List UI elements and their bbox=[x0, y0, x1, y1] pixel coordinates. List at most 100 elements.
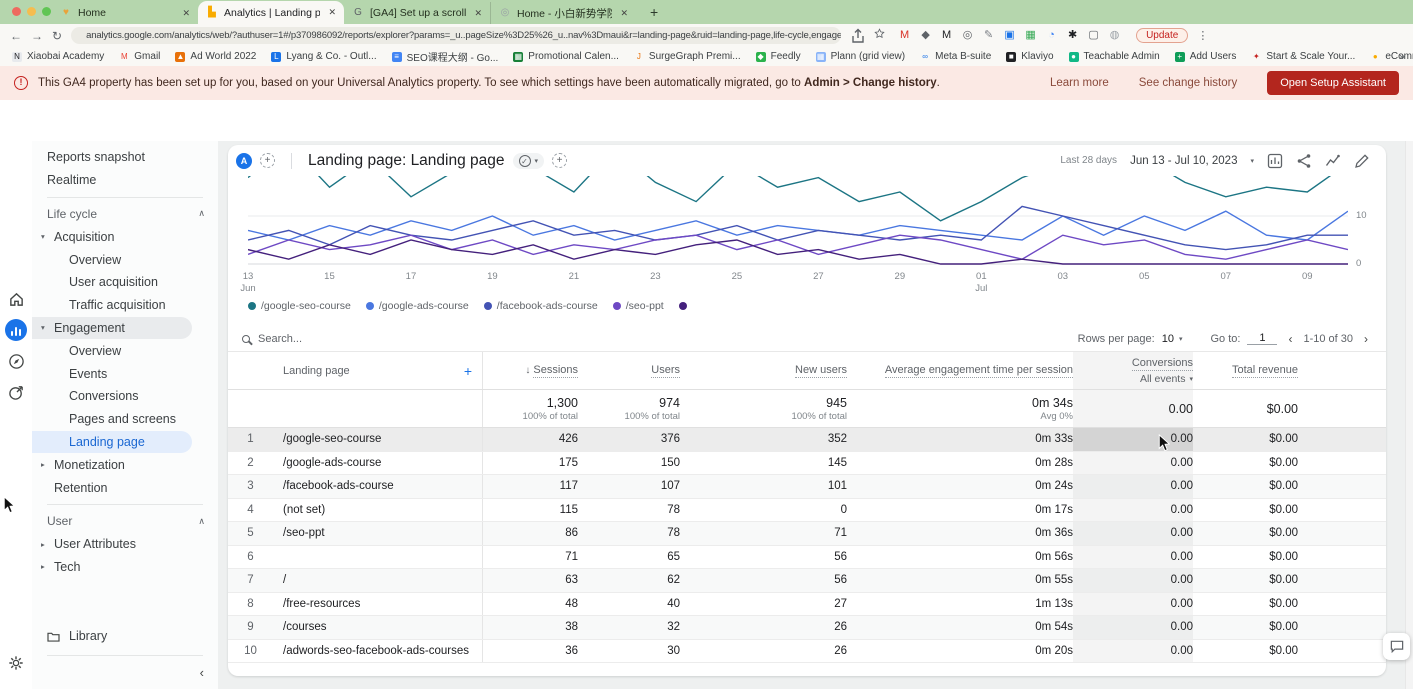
back-button[interactable]: ← bbox=[10, 29, 22, 43]
table-row[interactable]: 9 /courses 38 32 26 0m 54s 0.00 $0.00 bbox=[228, 616, 1386, 640]
collapse-section-icon[interactable]: ∧ bbox=[198, 208, 218, 219]
add-metric-icon[interactable]: + bbox=[552, 153, 567, 168]
table-row[interactable]: 4 (not set) 115 78 0 0m 17s 0.00 $0.00 bbox=[228, 499, 1386, 523]
legend-item[interactable]: /facebook-ads-course bbox=[484, 300, 598, 312]
table-row[interactable]: 6 71 65 56 0m 56s 0.00 $0.00 bbox=[228, 546, 1386, 570]
table-row[interactable]: 2 /google-ads-course 175 150 145 0m 28s … bbox=[228, 452, 1386, 476]
explore-icon[interactable] bbox=[0, 353, 32, 370]
sidebar-item[interactable]: Landing page bbox=[32, 431, 192, 454]
reload-button[interactable]: ↻ bbox=[52, 29, 62, 43]
sidebar-item[interactable]: ▸ Tech bbox=[32, 556, 218, 579]
sidebar-item[interactable]: ▸ User Attributes bbox=[32, 533, 218, 556]
next-page-icon[interactable]: › bbox=[1360, 332, 1372, 346]
bookmark-item[interactable]: ▦ Promotional Calen... bbox=[513, 51, 619, 62]
window-controls[interactable] bbox=[12, 7, 51, 16]
variant-a-badge[interactable]: A bbox=[236, 153, 252, 169]
sidebar-item[interactable]: Realtime bbox=[32, 169, 218, 192]
collapse-section-icon[interactable]: ∧ bbox=[198, 516, 218, 527]
extension-icon[interactable]: ◔ bbox=[1045, 29, 1058, 42]
bookmarks-overflow-icon[interactable]: » bbox=[1399, 51, 1405, 63]
landing-page-column-header[interactable]: Landing page + bbox=[273, 352, 483, 389]
tab-close-icon[interactable]: ✕ bbox=[326, 7, 336, 18]
sidebar-item[interactable]: User acquisition bbox=[32, 271, 218, 294]
sidebar-item[interactable]: Conversions bbox=[32, 385, 218, 408]
legend-item[interactable]: /seo-ppt bbox=[613, 300, 664, 312]
legend-item[interactable] bbox=[679, 302, 692, 310]
tab-close-icon[interactable]: ✕ bbox=[618, 8, 628, 19]
sidebar-item[interactable]: Overview bbox=[32, 248, 218, 271]
table-row[interactable]: 8 /free-resources 48 40 27 1m 13s 0.00 $… bbox=[228, 593, 1386, 617]
dimension-selector[interactable]: ✓ ▾ bbox=[513, 153, 545, 169]
add-column-icon[interactable]: + bbox=[464, 363, 472, 379]
admin-gear-icon[interactable] bbox=[0, 655, 32, 671]
insights-icon[interactable] bbox=[1325, 153, 1341, 169]
add-comparison-icon[interactable]: + bbox=[260, 153, 275, 168]
bookmark-item[interactable]: J SurgeGraph Premi... bbox=[634, 51, 741, 62]
bookmark-item[interactable]: M Gmail bbox=[119, 51, 160, 62]
feedback-chat-button[interactable] bbox=[1383, 633, 1410, 660]
bookmark-item[interactable]: ✦ Start & Scale Your... bbox=[1251, 51, 1355, 62]
expand-caret-icon[interactable]: ▸ bbox=[41, 562, 54, 571]
extension-icon[interactable]: ▣ bbox=[1003, 29, 1016, 42]
bookmark-item[interactable]: ● Teachable Admin bbox=[1069, 51, 1160, 62]
bookmark-item[interactable]: ▦ Plann (grid view) bbox=[816, 51, 905, 62]
maximize-window-button[interactable] bbox=[42, 7, 51, 16]
conversions-event-scope[interactable]: All events▾ bbox=[1140, 373, 1193, 385]
sidebar-item[interactable]: Reports snapshot bbox=[32, 146, 218, 169]
expand-caret-icon[interactable]: ▸ bbox=[41, 540, 54, 549]
revenue-column-header[interactable]: Total revenue bbox=[1193, 352, 1298, 389]
sidebar-item[interactable]: ▾ Engagement bbox=[32, 317, 192, 340]
table-row[interactable]: 1 /google-seo-course 426 376 352 0m 33s … bbox=[228, 428, 1386, 452]
extension-icon[interactable]: ▦ bbox=[1024, 29, 1037, 42]
conversions-column-header[interactable]: Conversions All events▾ bbox=[1073, 352, 1193, 389]
browser-tab[interactable]: ♥ Home ✕ bbox=[52, 2, 198, 24]
table-row[interactable]: 3 /facebook-ads-course 117 107 101 0m 24… bbox=[228, 475, 1386, 499]
forward-button[interactable]: → bbox=[31, 29, 43, 43]
bookmark-item[interactable]: ∞ Meta B-suite bbox=[920, 51, 991, 62]
rows-per-page-select[interactable]: 10 ▾ bbox=[1162, 333, 1183, 345]
extension-icon[interactable]: M bbox=[940, 29, 953, 42]
browser-menu-icon[interactable]: ⋮ bbox=[1197, 29, 1208, 42]
advertising-icon[interactable] bbox=[0, 384, 32, 401]
browser-tab[interactable]: G [GA4] Set up a scroll conversio ✕ bbox=[344, 2, 490, 24]
url-field[interactable]: analytics.google.com/analytics/web/?auth… bbox=[71, 27, 841, 44]
bookmark-item[interactable]: ◆ Feedly bbox=[756, 51, 801, 62]
table-search-input[interactable]: Search... bbox=[258, 333, 302, 345]
bookmark-item[interactable]: L Lyang & Co. - Outl... bbox=[271, 51, 376, 62]
sidebar-item[interactable]: Events bbox=[32, 362, 218, 385]
tab-close-icon[interactable]: ✕ bbox=[180, 8, 190, 19]
table-row[interactable]: 10 /adwords-seo-facebook-ads-courses 36 … bbox=[228, 640, 1386, 664]
expand-caret-icon[interactable]: ▾ bbox=[41, 323, 54, 332]
sessions-column-header[interactable]: ↓Sessions bbox=[483, 352, 578, 389]
sidebar-item[interactable]: ▾ Acquisition bbox=[32, 225, 218, 248]
tab-close-icon[interactable]: ✕ bbox=[472, 8, 482, 19]
date-range-value[interactable]: Jun 13 - Jul 10, 2023 bbox=[1130, 155, 1237, 167]
share-page-icon[interactable] bbox=[850, 28, 866, 44]
sidebar-item[interactable]: Pages and screens bbox=[32, 408, 218, 431]
sidebar-item[interactable]: User ∧ bbox=[32, 510, 218, 533]
share-icon[interactable] bbox=[1296, 153, 1312, 169]
extension-icon[interactable]: ▢ bbox=[1087, 29, 1100, 42]
extension-icon[interactable]: ✎ bbox=[982, 29, 995, 42]
reports-icon[interactable] bbox=[0, 319, 32, 341]
open-setup-assistant-button[interactable]: Open Setup Assistant bbox=[1267, 71, 1399, 95]
chart-toggle-icon[interactable] bbox=[1267, 153, 1283, 169]
chrome-update-button[interactable]: Update bbox=[1136, 28, 1188, 43]
expand-caret-icon[interactable]: ▸ bbox=[41, 460, 54, 469]
home-icon[interactable] bbox=[0, 291, 32, 307]
bookmark-star-icon[interactable] bbox=[874, 28, 885, 39]
collapse-sidebar-icon[interactable]: ‹ bbox=[200, 665, 204, 680]
bookmark-item[interactable]: + Add Users bbox=[1175, 51, 1237, 62]
legend-item[interactable]: /google-seo-course bbox=[248, 300, 351, 312]
engagement-column-header[interactable]: Average engagement time per session bbox=[847, 352, 1073, 389]
bookmark-item[interactable]: N Xiaobai Academy bbox=[12, 51, 104, 62]
sidebar-item-library[interactable]: Library bbox=[47, 629, 107, 643]
extension-icon[interactable]: M bbox=[898, 29, 911, 42]
bookmark-item[interactable]: ● eCommerce Case... bbox=[1370, 51, 1413, 62]
see-change-history-link[interactable]: See change history bbox=[1139, 77, 1237, 89]
expand-caret-icon[interactable]: ▾ bbox=[41, 232, 54, 241]
extension-icon[interactable]: ◎ bbox=[961, 29, 974, 42]
learn-more-link[interactable]: Learn more bbox=[1050, 77, 1109, 89]
bookmark-item[interactable]: ■ Klaviyo bbox=[1006, 51, 1053, 62]
goto-page-input[interactable]: 1 bbox=[1247, 332, 1277, 345]
